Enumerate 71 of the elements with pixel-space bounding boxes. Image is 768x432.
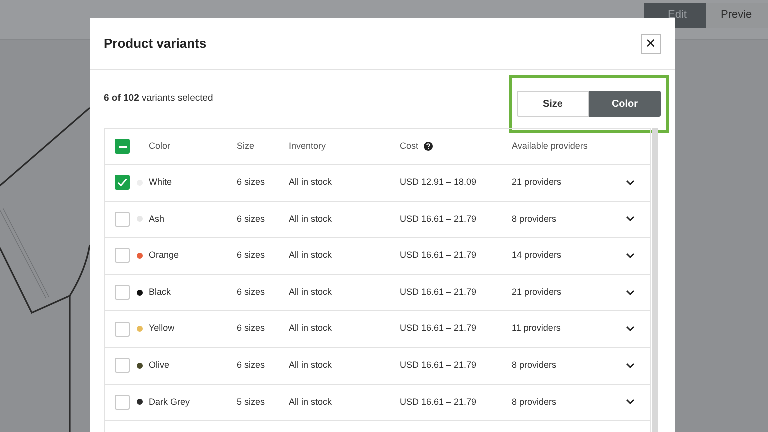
- table-cell-text: 14 providers: [512, 249, 563, 262]
- checkbox[interactable]: [115, 175, 130, 190]
- table-cell-text: All in stock: [289, 322, 334, 336]
- table-cell-text: All in stock: [289, 286, 334, 299]
- table-cell-text: 8 providers: [512, 212, 558, 226]
- table-cell-text: White: [149, 176, 174, 190]
- dialog-title: Product variants: [104, 34, 207, 53]
- table-cell-text: 6 sizes: [237, 212, 266, 226]
- table-cell-text: 8 providers: [512, 396, 558, 409]
- column-header: Cost: [400, 140, 419, 153]
- table-cell-text: USD 16.61 – 21.79: [400, 249, 478, 262]
- column-header: Inventory: [289, 140, 326, 153]
- checkbox[interactable]: [115, 322, 130, 337]
- chevron-down-icon[interactable]: [626, 399, 635, 406]
- variant-row[interactable]: Orange 6 sizes All in stock USD 16.61 – 21.79 14 providers: [105, 238, 650, 275]
- chevron-down-icon[interactable]: [626, 216, 635, 222]
- table-cell-text: All in stock: [289, 249, 334, 262]
- column-header: Available providers: [512, 140, 588, 153]
- table-cell-text: 6 sizes: [237, 359, 266, 372]
- table-cell-text: Yellow: [149, 322, 176, 336]
- chevron-down-icon[interactable]: [626, 362, 635, 369]
- chevron-down-icon[interactable]: [626, 290, 635, 296]
- checkbox[interactable]: [115, 394, 130, 410]
- table-cell-text: Orange: [149, 249, 180, 262]
- table-cell-text: 6 sizes: [237, 286, 266, 299]
- table-cell-text: USD 16.61 – 21.79: [400, 322, 478, 336]
- chevron-down-icon[interactable]: [626, 326, 635, 332]
- table-cell-text: Dark Grey: [149, 396, 192, 409]
- table-cell-text: Olive: [149, 359, 171, 372]
- variant-row[interactable]: Black 6 sizes All in stock USD 16.61 – 21.79 21 providers: [105, 274, 650, 312]
- table-cell-text: Ash: [149, 212, 166, 226]
- table-cell-text: USD 16.61 – 21.79: [400, 359, 478, 372]
- table-cell-text: All in stock: [289, 359, 334, 372]
- table-cell-text: USD 16.61 – 21.79: [400, 212, 478, 226]
- checkbox[interactable]: [115, 212, 130, 227]
- table-cell-text: USD 12.91 – 18.09: [400, 176, 478, 190]
- chevron-down-icon[interactable]: [626, 252, 635, 259]
- column-header: Color: [149, 140, 171, 153]
- toggle-option[interactable]: Size: [517, 91, 589, 117]
- table-cell-text: 11 providers: [512, 322, 562, 336]
- table-cell-text: 6 sizes: [237, 176, 266, 190]
- table-cell-text: Black: [149, 286, 172, 299]
- select-all-checkbox[interactable]: [115, 139, 130, 154]
- chevron-down-icon[interactable]: [626, 180, 635, 186]
- check-icon: [117, 177, 128, 188]
- variant-row[interactable]: Yellow 6 sizes All in stock USD 16.61 – 21.79 11 providers: [105, 311, 650, 348]
- variant-row[interactable]: Dark Grey 5 sizes All in stock USD 16.61 – 21.79 8 providers: [105, 384, 650, 422]
- close-button[interactable]: ✕: [641, 34, 661, 54]
- table-cell-text: 6 sizes: [237, 249, 266, 262]
- table-cell-text: 8 providers: [512, 359, 558, 372]
- checkbox[interactable]: [115, 248, 130, 264]
- minus-icon: [118, 146, 126, 148]
- selection-summary: 6 of 102 variants selected: [104, 92, 214, 106]
- variant-row[interactable]: Ash 6 sizes All in stock USD 16.61 – 21.79 8 providers: [105, 202, 650, 238]
- table-cell-text: All in stock: [289, 396, 334, 409]
- table-cell-text: USD 16.61 – 21.79: [400, 286, 478, 299]
- table-cell-text: USD 16.61 – 21.79: [400, 396, 478, 409]
- variant-row[interactable]: Olive 6 sizes All in stock USD 16.61 – 21.79 8 providers: [105, 348, 650, 385]
- checkbox[interactable]: [115, 358, 130, 374]
- table-cell-text: All in stock: [289, 212, 334, 226]
- table-cell-text: 21 providers: [512, 176, 563, 190]
- table-cell-text: 21 providers: [512, 286, 563, 299]
- checkbox[interactable]: [115, 285, 130, 300]
- help-icon: [424, 142, 433, 151]
- toggle-option[interactable]: Color: [589, 91, 661, 117]
- table-cell-text: All in stock: [289, 176, 334, 190]
- table-cell-text: 5 sizes: [237, 396, 266, 409]
- table-cell-text: 6 sizes: [237, 322, 266, 336]
- variant-row[interactable]: White 6 sizes All in stock USD 12.91 – 18.09 21 providers: [105, 165, 650, 202]
- tab[interactable]: Previe: [706, 3, 768, 28]
- column-header: Size: [237, 140, 255, 153]
